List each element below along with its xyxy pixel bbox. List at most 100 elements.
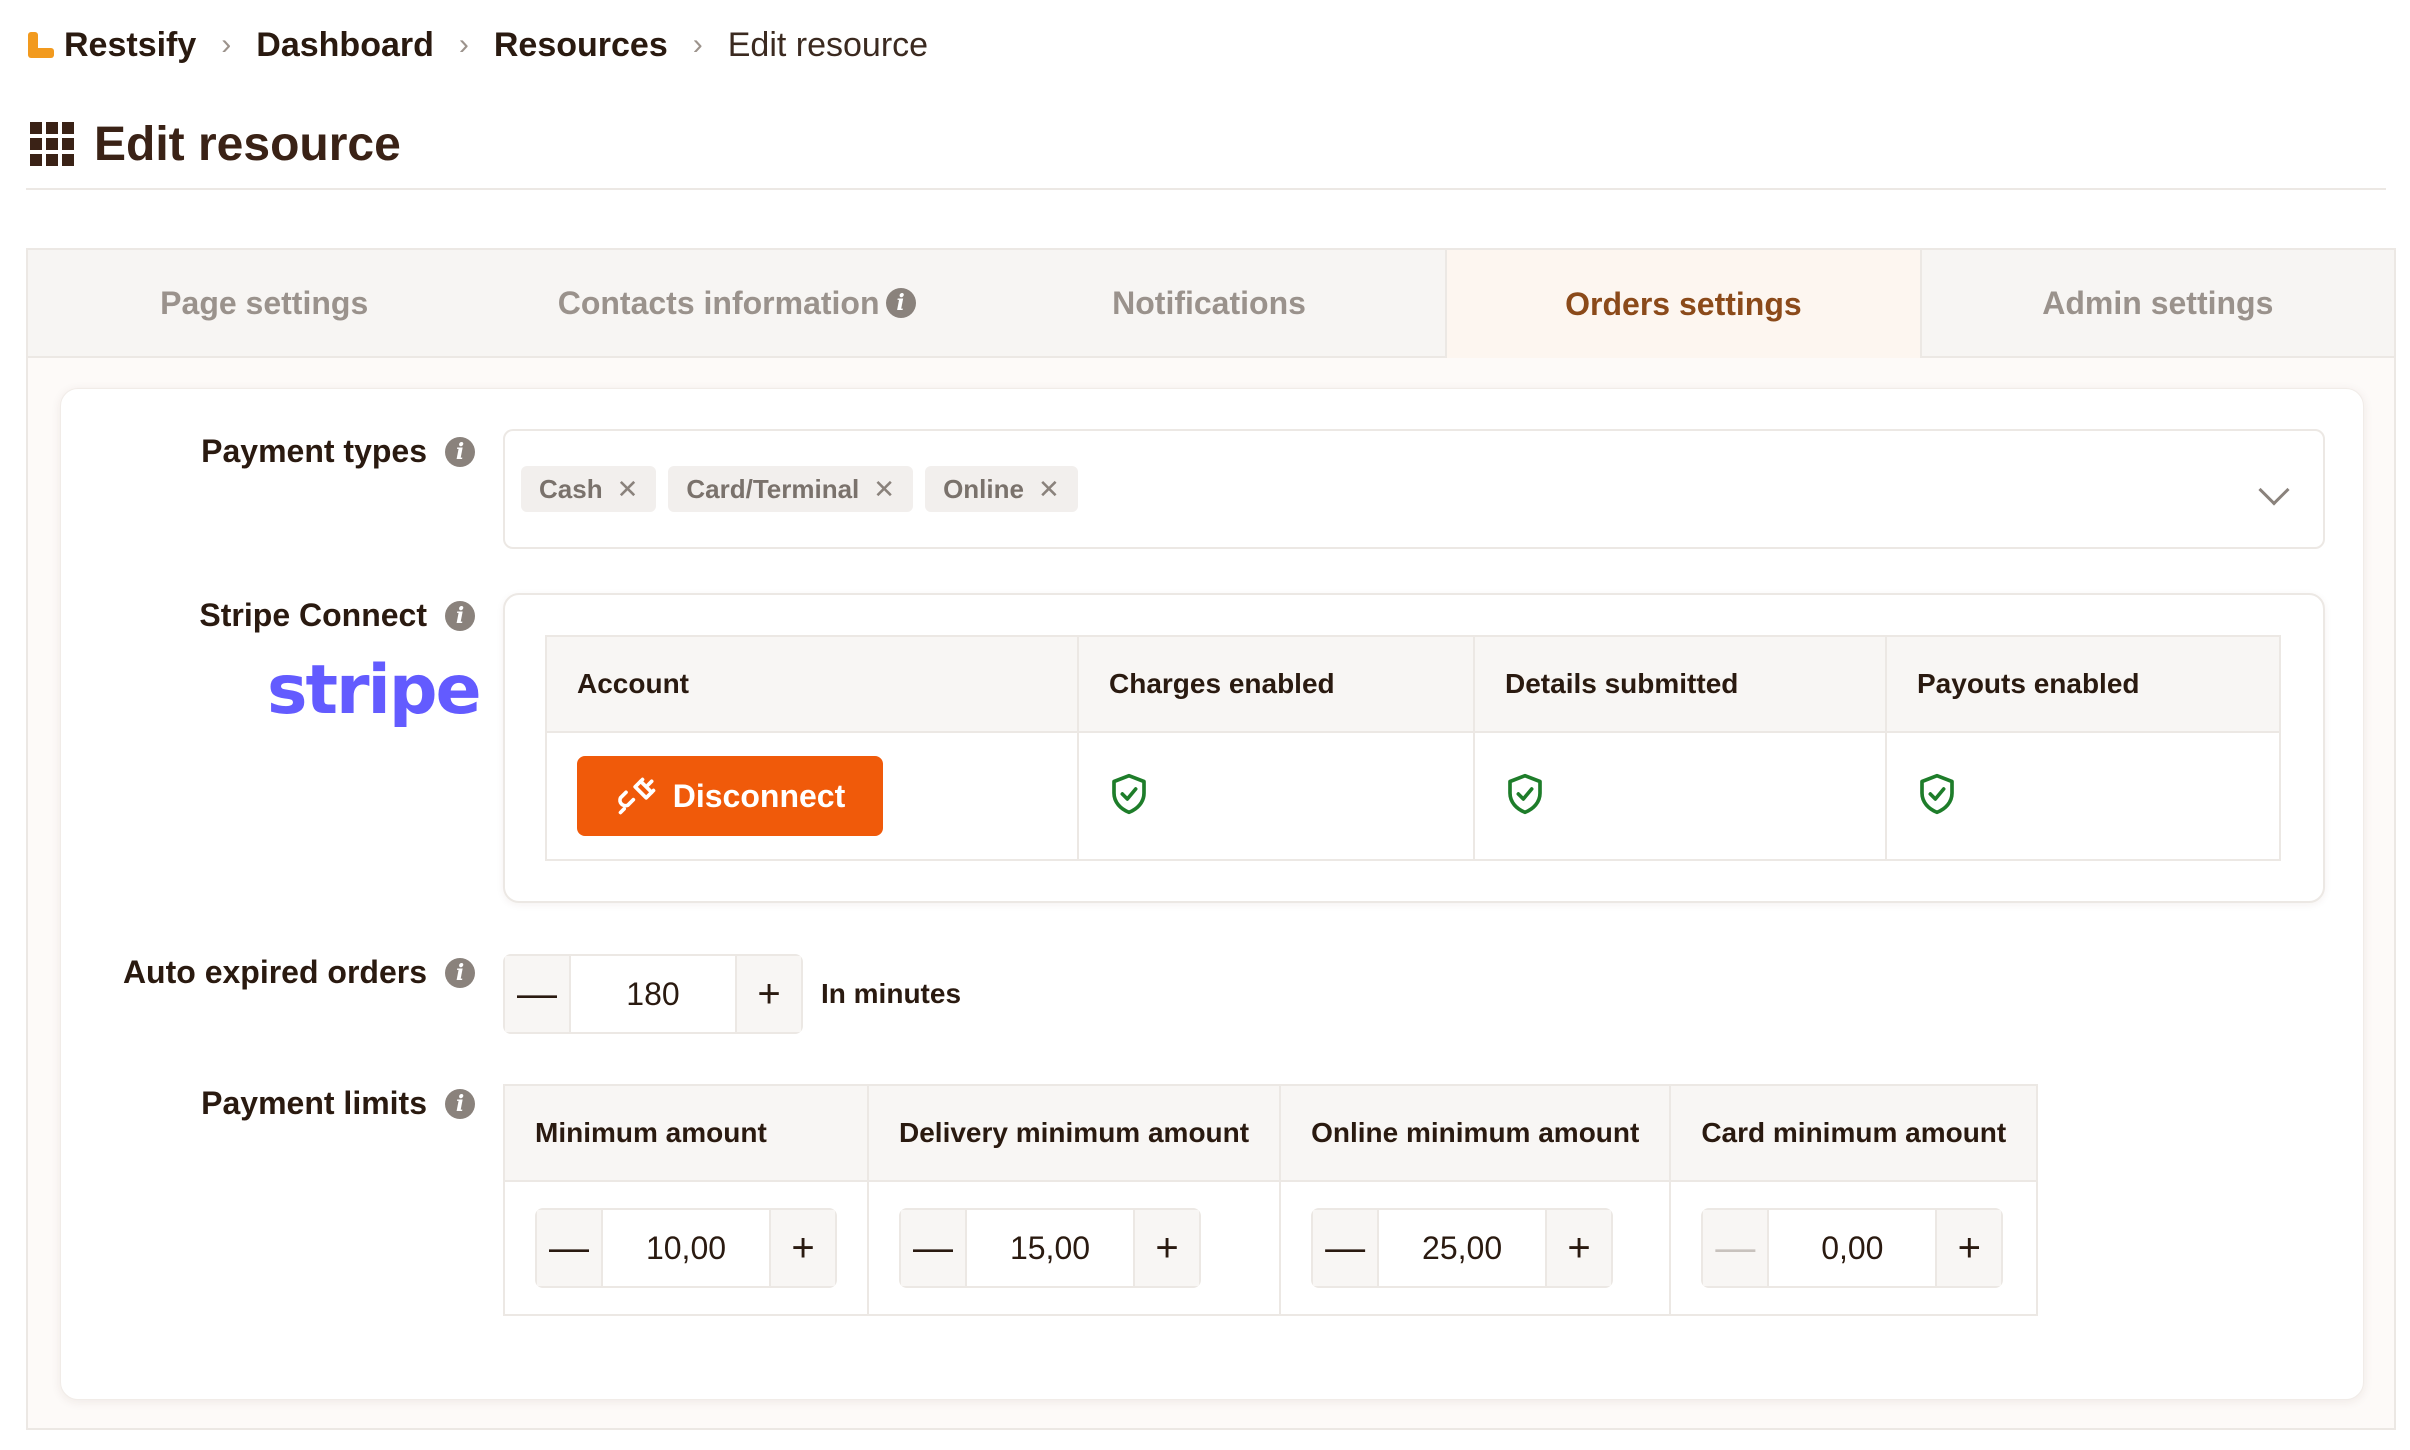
tag-label: Online xyxy=(943,473,1024,504)
breadcrumb-home[interactable]: Restsify xyxy=(26,26,196,65)
tab-bar: Page settings Contacts information i Not… xyxy=(28,250,2395,358)
auto-expired-unit: In minutes xyxy=(821,978,962,1009)
shield-check-icon xyxy=(1112,773,1146,814)
minus-icon[interactable]: — xyxy=(901,1210,965,1286)
delivery-minimum-amount-cell: — 15,00 + xyxy=(866,1180,1282,1316)
column-header: Charges enabled xyxy=(1077,635,1475,733)
shield-check-icon xyxy=(1920,773,1954,814)
info-icon[interactable]: i xyxy=(885,288,916,318)
chevron-right-icon: › xyxy=(692,28,703,61)
chevron-right-icon: › xyxy=(221,28,232,61)
tab-notifications[interactable]: Notifications xyxy=(972,250,1446,356)
page-title: Edit resource xyxy=(94,117,401,171)
grid-icon xyxy=(30,122,74,166)
stripe-logo: stripe xyxy=(267,651,482,730)
tabs-panel: Page settings Contacts information i Not… xyxy=(26,248,2396,1430)
minus-icon[interactable]: — xyxy=(537,1210,601,1286)
column-header: Delivery minimum amount xyxy=(866,1084,1282,1182)
details-submitted-cell xyxy=(1473,731,1887,861)
tag-label: Cash xyxy=(539,473,603,504)
auto-expired-value[interactable]: 180 xyxy=(569,956,737,1032)
plus-icon[interactable]: + xyxy=(1937,1210,2002,1286)
plus-icon[interactable]: + xyxy=(1547,1210,1612,1286)
column-header: Payouts enabled xyxy=(1885,635,2281,733)
info-icon[interactable]: i xyxy=(445,436,475,467)
online-minimum-amount-stepper[interactable]: — 25,00 + xyxy=(1311,1208,1614,1288)
card-minimum-amount-stepper[interactable]: — 0,00 + xyxy=(1701,1208,2004,1288)
info-icon[interactable]: i xyxy=(445,1088,475,1119)
table-row: Disconnect xyxy=(545,731,2281,861)
payouts-enabled-cell xyxy=(1885,731,2281,861)
plus-icon[interactable]: + xyxy=(737,956,801,1032)
tab-label: Page settings xyxy=(160,284,369,321)
info-icon[interactable]: i xyxy=(445,600,475,631)
tab-label: Notifications xyxy=(1112,284,1306,321)
auto-expired-row: — 180 + In minutes xyxy=(503,954,961,1034)
info-icon[interactable]: i xyxy=(445,957,475,988)
orders-settings-card: Payment types i Cash ✕ Card/Terminal ✕ O… xyxy=(60,388,2364,1400)
breadcrumb-resources[interactable]: Resources xyxy=(494,26,668,65)
breadcrumb-dashboard[interactable]: Dashboard xyxy=(256,26,434,65)
column-header: Details submitted xyxy=(1473,635,1887,733)
payment-limits-label-row: Payment limits i xyxy=(201,1085,475,1122)
auto-expired-stepper[interactable]: — 180 + xyxy=(503,954,803,1034)
tab-label: Orders settings xyxy=(1565,285,1802,322)
tab-label: Admin settings xyxy=(2042,284,2274,321)
auto-expired-label-row: Auto expired orders i xyxy=(123,954,475,991)
stripe-status-table: Account Charges enabled Details submitte… xyxy=(545,635,2281,861)
close-icon[interactable]: ✕ xyxy=(1038,474,1060,505)
minimum-amount-cell: — 10,00 + xyxy=(503,1180,869,1316)
delivery-minimum-amount-value[interactable]: 15,00 xyxy=(965,1210,1135,1286)
column-header: Account xyxy=(545,635,1079,733)
tab-label: Contacts information xyxy=(557,284,880,321)
minus-icon[interactable]: — xyxy=(1313,1210,1378,1286)
column-header: Minimum amount xyxy=(503,1084,869,1182)
divider xyxy=(26,188,2386,190)
restsify-logo-icon xyxy=(26,30,56,60)
plus-icon[interactable]: + xyxy=(1135,1210,1199,1286)
breadcrumb-current: Edit resource xyxy=(727,25,929,64)
payment-type-tag-online: Online ✕ xyxy=(925,466,1078,512)
stripe-connect-box: Account Charges enabled Details submitte… xyxy=(503,593,2325,903)
tab-orders-settings[interactable]: Orders settings xyxy=(1445,250,1922,358)
close-icon[interactable]: ✕ xyxy=(873,474,895,505)
minimum-amount-value[interactable]: 10,00 xyxy=(601,1210,771,1286)
minimum-amount-stepper[interactable]: — 10,00 + xyxy=(535,1208,837,1288)
card-minimum-amount-cell: — 0,00 + xyxy=(1669,1180,2039,1316)
tag-label: Card/Terminal xyxy=(686,473,860,504)
chevron-down-icon[interactable] xyxy=(2258,474,2290,506)
delivery-minimum-amount-stepper[interactable]: — 15,00 + xyxy=(899,1208,1201,1288)
close-icon[interactable]: ✕ xyxy=(617,474,639,505)
stripe-connect-label-row: Stripe Connect i xyxy=(199,597,475,634)
payment-limits-table: Minimum amount Delivery minimum amount O… xyxy=(503,1084,2039,1316)
breadcrumb: Restsify › Dashboard › Resources › Edit … xyxy=(26,20,928,70)
column-header: Online minimum amount xyxy=(1279,1084,1672,1182)
breadcrumb-app[interactable]: Restsify xyxy=(64,26,196,65)
tab-page-settings[interactable]: Page settings xyxy=(28,250,501,356)
online-minimum-amount-cell: — 25,00 + xyxy=(1279,1180,1672,1316)
account-cell: Disconnect xyxy=(545,731,1079,861)
chevron-right-icon: › xyxy=(458,28,469,61)
column-header: Card minimum amount xyxy=(1669,1084,2039,1182)
minus-icon[interactable]: — xyxy=(505,956,569,1032)
table-row: — 10,00 + — 15,00 + — 25,00 + — 0,00 + xyxy=(503,1180,2039,1316)
tab-admin-settings[interactable]: Admin settings xyxy=(1921,250,2395,356)
payment-types-select[interactable]: Cash ✕ Card/Terminal ✕ Online ✕ xyxy=(503,429,2325,549)
disconnect-button[interactable]: Disconnect xyxy=(577,756,883,836)
disconnect-label: Disconnect xyxy=(672,777,846,814)
tab-contacts-information[interactable]: Contacts information i xyxy=(500,250,973,356)
shield-check-icon xyxy=(1508,773,1542,814)
stripe-connect-label: Stripe Connect xyxy=(199,597,427,633)
card-minimum-amount-value[interactable]: 0,00 xyxy=(1767,1210,1938,1286)
minus-icon[interactable]: — xyxy=(1703,1210,1768,1286)
page-header: Edit resource xyxy=(30,112,401,176)
payment-type-tag-cash: Cash ✕ xyxy=(521,466,657,512)
online-minimum-amount-value[interactable]: 25,00 xyxy=(1377,1210,1548,1286)
payment-type-tag-card: Card/Terminal ✕ xyxy=(668,466,914,512)
plus-icon[interactable]: + xyxy=(771,1210,835,1286)
payment-types-label: Payment types xyxy=(201,433,427,469)
auto-expired-label: Auto expired orders xyxy=(122,954,427,990)
payment-types-label-row: Payment types i xyxy=(201,433,475,470)
payment-limits-label: Payment limits xyxy=(201,1085,427,1121)
charges-enabled-cell xyxy=(1077,731,1475,861)
